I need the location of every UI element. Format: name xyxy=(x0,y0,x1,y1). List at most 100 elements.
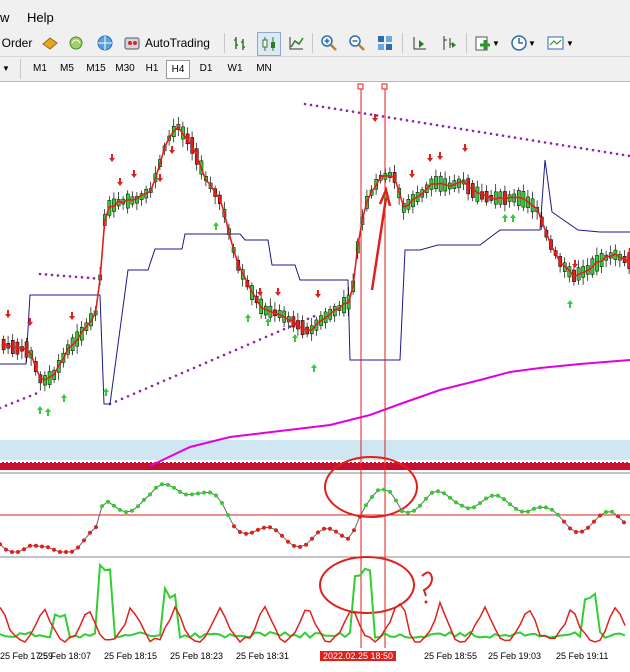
candlestick-icon[interactable] xyxy=(257,32,281,56)
timeframe-m5[interactable]: M5 xyxy=(55,60,79,77)
signals-icon[interactable] xyxy=(64,32,88,54)
envelope-dot xyxy=(543,141,547,144)
bar-chart-icon[interactable] xyxy=(230,32,252,54)
zoom-out-icon[interactable] xyxy=(346,32,368,54)
envelope-dot xyxy=(234,348,238,352)
oscillator-dot xyxy=(334,529,338,534)
oscillator-dot xyxy=(526,509,530,514)
sell-arrow-icon xyxy=(315,290,321,298)
envelope-dot xyxy=(44,273,48,276)
oscillator-dot xyxy=(196,491,200,496)
price-chart[interactable] xyxy=(0,82,630,648)
oscillator-dot xyxy=(436,489,440,494)
oscillator-dot xyxy=(94,525,98,530)
metaeditor-icon[interactable] xyxy=(38,32,62,54)
oscillator-dot xyxy=(496,493,500,498)
sell-arrow-icon xyxy=(117,178,123,186)
envelope-dot xyxy=(363,112,367,115)
envelope-dot xyxy=(453,126,457,130)
timeframe-m30[interactable]: M30 xyxy=(112,60,138,77)
tile-windows-icon[interactable] xyxy=(374,32,396,54)
line-chart-icon[interactable] xyxy=(285,32,307,54)
toolbar-separator xyxy=(20,59,21,79)
oscillator-dot xyxy=(622,520,626,525)
envelope-dot xyxy=(114,400,118,403)
timeframe-h4[interactable]: H4 xyxy=(166,60,190,79)
oscillator-dot xyxy=(106,499,110,504)
oscillator-dot xyxy=(412,508,416,513)
oscillator-dot xyxy=(358,514,362,519)
envelope-dot xyxy=(591,148,595,152)
envelope-dot xyxy=(501,134,505,137)
indicators-button[interactable]: ▼ xyxy=(472,32,502,54)
chevron-down-icon[interactable]: ▼ xyxy=(0,60,12,77)
zoom-in-icon[interactable] xyxy=(318,32,340,54)
new-order-button[interactable]: Order xyxy=(0,32,34,54)
periods-button[interactable]: ▼ xyxy=(508,32,538,54)
envelope-dot xyxy=(471,129,475,133)
oscillator-dot xyxy=(184,492,188,497)
oscillator-dot xyxy=(610,509,614,514)
envelope-dot xyxy=(531,139,535,142)
envelope-dot xyxy=(38,272,42,276)
envelope-dot xyxy=(86,276,90,280)
envelope-dot xyxy=(567,144,571,148)
oscillator-dot xyxy=(460,503,464,508)
vertical-line-handle[interactable] xyxy=(381,83,388,90)
envelope-dot xyxy=(120,397,124,401)
timeframe-d1[interactable]: D1 xyxy=(195,60,217,77)
oscillator-dot xyxy=(250,530,254,535)
autotrading-button[interactable]: AutoTrading xyxy=(122,32,218,54)
envelope-dots xyxy=(0,102,630,410)
envelope-dot xyxy=(222,353,226,357)
chart-window[interactable] xyxy=(0,82,630,672)
oscillator-dot xyxy=(616,514,620,519)
envelope-dot xyxy=(357,111,361,114)
oscillator-dot xyxy=(88,530,92,535)
autoscroll-icon[interactable] xyxy=(438,32,460,54)
envelope-dot xyxy=(282,327,286,331)
timeframe-m1[interactable]: M1 xyxy=(28,60,52,77)
timeframe-mn[interactable]: MN xyxy=(252,60,276,77)
envelope-dot xyxy=(216,356,220,359)
time-label: 25 Feb 18:07 xyxy=(38,651,92,661)
envelope-dot xyxy=(270,333,274,336)
sell-arrow-icon xyxy=(437,152,443,160)
oscillator-dot xyxy=(322,526,326,531)
vertical-line-handle[interactable] xyxy=(357,83,364,90)
menu-view[interactable]: w xyxy=(0,10,9,25)
sell-arrow-icon xyxy=(157,174,163,182)
envelope-dot xyxy=(74,275,78,279)
oscillator-dot xyxy=(274,528,278,533)
oscillator-dot xyxy=(16,550,20,554)
envelope-dot xyxy=(174,374,178,377)
candle-body xyxy=(434,176,438,190)
envelope-dot xyxy=(240,345,244,349)
envelope-dot xyxy=(16,399,20,403)
envelope-dot xyxy=(68,275,72,278)
oscillator-dot xyxy=(400,509,404,514)
chevron-down-icon: ▼ xyxy=(492,38,500,48)
time-label-highlight: 2022.02.25 18:50 xyxy=(320,651,397,661)
buy-arrow-icon xyxy=(567,300,573,308)
envelope-dot xyxy=(156,382,160,385)
timeframe-m15[interactable]: M15 xyxy=(83,60,109,77)
oscillator-dot xyxy=(262,525,266,530)
envelope-dot xyxy=(459,127,463,131)
oscillator-dot xyxy=(352,528,356,533)
envelope-dot xyxy=(609,151,613,155)
oscillator-dot xyxy=(100,504,104,509)
envelope-dot xyxy=(507,135,511,138)
oscillator-dot xyxy=(232,524,236,529)
timeframe-h1[interactable]: H1 xyxy=(141,60,163,77)
chart-shift-icon[interactable] xyxy=(408,32,430,54)
globe-icon[interactable] xyxy=(94,32,116,54)
envelope-dot xyxy=(597,149,601,153)
templates-button[interactable]: ▼ xyxy=(544,32,576,54)
timeframe-w1[interactable]: W1 xyxy=(224,60,246,77)
oscillator-dot xyxy=(592,519,596,524)
menu-help[interactable]: Help xyxy=(27,10,54,25)
oscillator-dot xyxy=(76,545,80,550)
annotation-arrow xyxy=(370,197,388,291)
time-label: 25 Feb 18:23 xyxy=(170,651,224,661)
